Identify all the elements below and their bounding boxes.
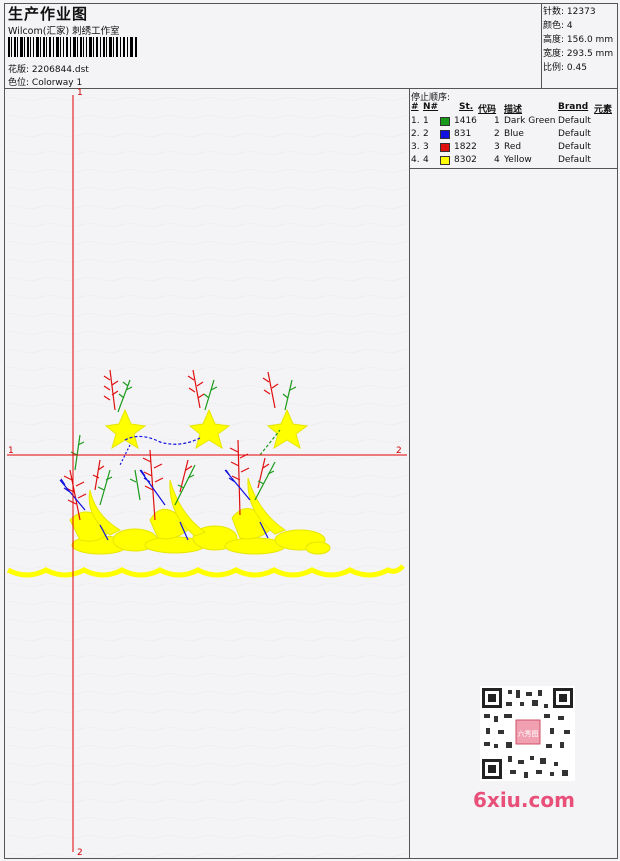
axis-label-v-bottom: 2: [77, 848, 83, 858]
axis-label-h-left: 1: [8, 446, 14, 456]
design-canvas: 六秀图: [5, 89, 575, 858]
seal-text: 六秀图: [518, 729, 539, 738]
axis-label-h-right: 2: [396, 446, 402, 456]
qr-code: 六秀图: [480, 686, 575, 781]
watermark-brand: 6xiu.com: [473, 788, 575, 812]
axis-label-v-top: 1: [77, 88, 83, 98]
canvas-background: [5, 89, 409, 858]
